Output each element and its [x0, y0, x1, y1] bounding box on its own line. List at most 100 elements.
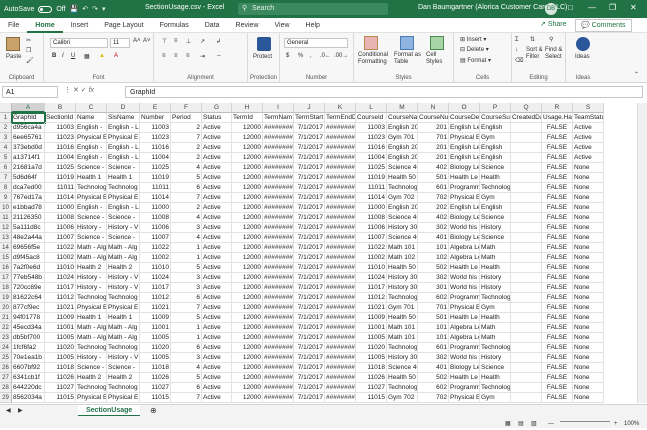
row-header[interactable]: 14 — [0, 243, 12, 253]
zoom-slider[interactable] — [560, 421, 610, 422]
spreadsheet-grid[interactable]: A B C D E F G H I J K L M N O P Q R S 1 GraphId SectionId Name… — [0, 103, 637, 403]
row-header[interactable]: 18 — [0, 283, 12, 293]
table-cell[interactable]: FALSE — [542, 173, 573, 183]
table-cell[interactable]: 6 — [171, 293, 202, 303]
table-cell[interactable]: 11005 — [140, 353, 171, 363]
table-cell[interactable]: Technolog — [76, 293, 107, 303]
table-cell[interactable]: e1bbad78 — [12, 203, 45, 213]
table-cell[interactable]: 11024 — [356, 273, 387, 283]
row-header[interactable]: 12 — [0, 223, 12, 233]
font-color-icon[interactable]: A — [114, 53, 118, 59]
table-cell[interactable]: Technolog — [387, 293, 418, 303]
table-cell[interactable]: 7/1/2017 — [294, 273, 325, 283]
table-cell[interactable]: Active — [202, 223, 232, 233]
table-cell[interactable]: ######## — [325, 333, 356, 343]
table-cell[interactable]: Health Le — [449, 373, 480, 383]
find-select-label[interactable]: Find & Select — [545, 47, 565, 61]
table-cell[interactable] — [511, 293, 542, 303]
table-cell[interactable]: ######## — [325, 173, 356, 183]
collapse-ribbon-icon[interactable]: ⌃ — [634, 71, 639, 78]
table-cell[interactable]: History - — [76, 273, 107, 283]
table-cell[interactable]: 2 — [171, 153, 202, 163]
table-cell[interactable]: Active — [573, 123, 604, 133]
table-cell[interactable]: 201 — [418, 153, 449, 163]
table-cell[interactable]: d9f45ac8 — [12, 253, 45, 263]
table-cell[interactable]: ######## — [263, 313, 294, 323]
maximize-icon[interactable]: ❐ — [609, 3, 616, 12]
table-cell[interactable]: 11011 — [356, 183, 387, 193]
conditional-formatting-label[interactable]: Conditional Formatting — [358, 52, 392, 66]
table-cell[interactable]: 11002 — [45, 253, 76, 263]
table-cell[interactable]: FALSE — [542, 183, 573, 193]
table-cell[interactable]: ######## — [263, 153, 294, 163]
row-header[interactable]: 10 — [0, 203, 12, 213]
table-cell[interactable]: Health 2 — [76, 373, 107, 383]
table-cell[interactable]: ######## — [263, 243, 294, 253]
row-header[interactable]: 28 — [0, 383, 12, 393]
table-cell[interactable]: 8562034a — [12, 393, 45, 403]
table-cell[interactable]: 644220dc — [12, 383, 45, 393]
table-cell[interactable]: 81622c64 — [12, 293, 45, 303]
table-cell[interactable] — [511, 303, 542, 313]
table-cell[interactable]: English 20 — [387, 203, 418, 213]
table-cell[interactable]: 501 — [418, 313, 449, 323]
table-cell[interactable]: 601 — [418, 343, 449, 353]
table-cell[interactable]: 11006 — [45, 223, 76, 233]
table-cell[interactable]: 11001 — [45, 323, 76, 333]
table-cell[interactable]: Science — [480, 213, 511, 223]
table-cell[interactable]: ######## — [325, 123, 356, 133]
tab-page-layout[interactable]: Page Layout — [96, 18, 151, 33]
row-header[interactable]: 24 — [0, 343, 12, 353]
increase-font-icon[interactable]: A˄ — [133, 38, 141, 44]
table-cell[interactable]: 7/1/2017 — [294, 223, 325, 233]
table-cell[interactable]: Health — [480, 373, 511, 383]
table-cell[interactable]: FALSE — [542, 213, 573, 223]
table-cell[interactable]: 12000 — [232, 133, 263, 143]
table-cell[interactable]: 11008 — [140, 213, 171, 223]
autosum-icon[interactable]: Σ — [515, 37, 519, 43]
fill-icon[interactable]: ↓ — [515, 47, 518, 53]
row-header[interactable]: 17 — [0, 273, 12, 283]
table-cell[interactable]: Health Le — [449, 173, 480, 183]
table-cell[interactable]: Science 40 — [387, 363, 418, 373]
table-cell[interactable]: 602 — [418, 293, 449, 303]
table-cell[interactable]: 11008 — [356, 213, 387, 223]
table-cell[interactable]: Health 50 — [387, 263, 418, 273]
table-cell[interactable] — [511, 153, 542, 163]
table-cell[interactable]: 2 — [171, 203, 202, 213]
table-cell[interactable]: Gym — [480, 193, 511, 203]
table-cell[interactable]: None — [573, 253, 604, 263]
table-cell[interactable]: FALSE — [542, 253, 573, 263]
table-cell[interactable]: 720cc89e — [12, 283, 45, 293]
table-cell[interactable] — [511, 313, 542, 323]
table-cell[interactable]: Active — [202, 393, 232, 403]
zoom-in-icon[interactable]: + — [614, 418, 618, 430]
table-cell[interactable]: Active — [202, 273, 232, 283]
table-cell[interactable]: FALSE — [542, 383, 573, 393]
table-cell[interactable]: Health 2 — [76, 263, 107, 273]
currency-icon[interactable]: $ — [286, 53, 289, 59]
table-cell[interactable]: 7 — [171, 393, 202, 403]
table-cell[interactable]: Active — [202, 173, 232, 183]
table-cell[interactable]: Technology — [480, 383, 511, 393]
table-cell[interactable]: 11024 — [140, 273, 171, 283]
table-cell[interactable]: 12000 — [232, 313, 263, 323]
table-cell[interactable]: 5 — [171, 313, 202, 323]
table-cell[interactable]: 12000 — [232, 293, 263, 303]
table-cell[interactable]: 4 — [171, 363, 202, 373]
header-cell[interactable]: TermStart — [294, 113, 325, 123]
table-cell[interactable]: Physical E — [76, 303, 107, 313]
table-cell[interactable]: 12000 — [232, 283, 263, 293]
table-cell[interactable]: 11003 — [140, 123, 171, 133]
insert-cells-button[interactable]: ⊞ Insert ▾ — [460, 36, 486, 43]
indent-icon[interactable]: ⇥ — [200, 53, 205, 60]
format-cells-button[interactable]: ▤ Format ▾ — [460, 57, 491, 64]
table-cell[interactable]: 11011 — [45, 183, 76, 193]
table-cell[interactable]: 3 — [171, 273, 202, 283]
table-cell[interactable]: 12000 — [232, 343, 263, 353]
table-cell[interactable]: History — [480, 273, 511, 283]
table-cell[interactable]: Gym — [480, 133, 511, 143]
column-header-f[interactable]: F — [171, 103, 202, 113]
table-cell[interactable]: 11015 — [140, 393, 171, 403]
table-cell[interactable]: 11014 — [45, 193, 76, 203]
